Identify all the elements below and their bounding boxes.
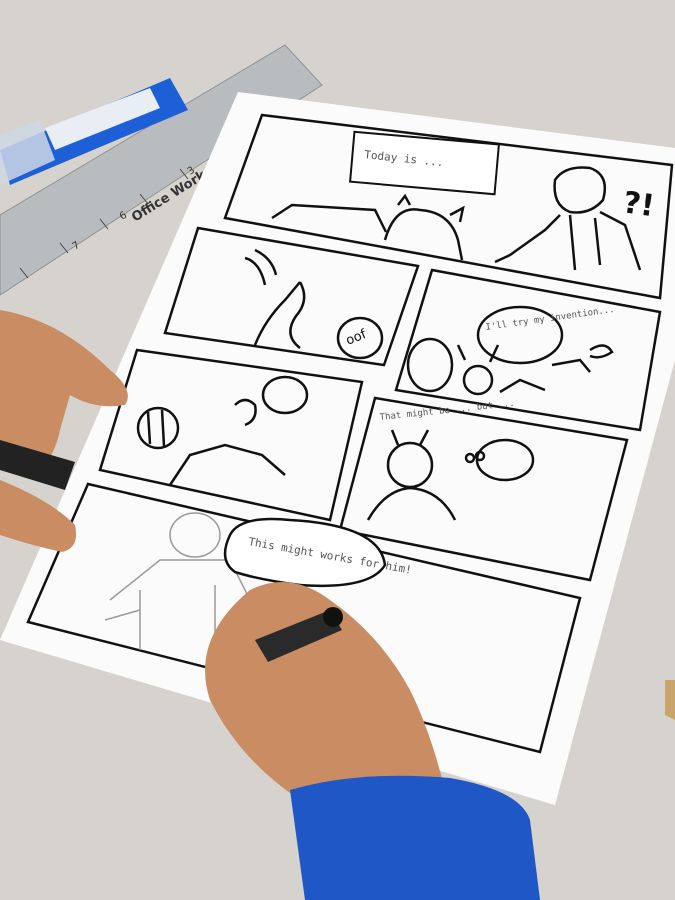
pencil xyxy=(665,680,675,720)
photo-scene: Office Works 2 3 4 6 7 Today is ... ?! xyxy=(0,0,675,900)
sleeve xyxy=(290,775,540,900)
panel-1-exclaim: ?! xyxy=(621,185,657,224)
